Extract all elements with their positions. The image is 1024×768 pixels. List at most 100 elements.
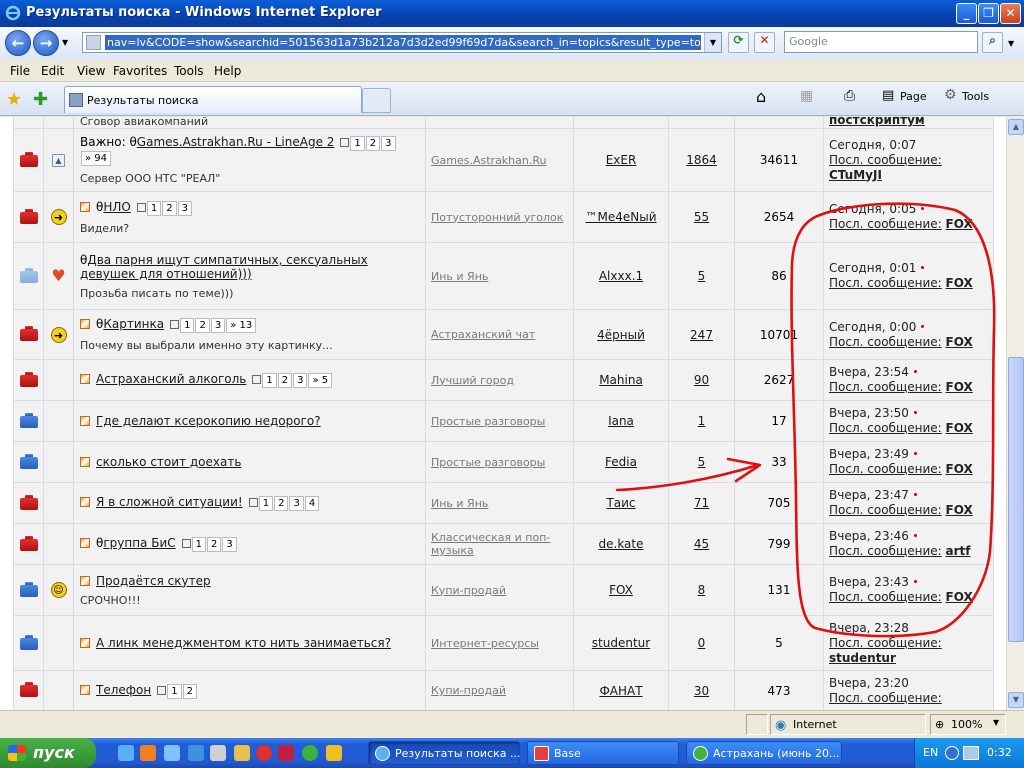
new-posts-icon[interactable] — [80, 201, 90, 212]
page-link[interactable]: 3 — [177, 200, 192, 216]
topic-title-link[interactable]: НЛО — [103, 200, 131, 214]
tab-search-results[interactable]: Результаты поиска — [64, 86, 362, 113]
page-link[interactable]: » 94 — [81, 151, 112, 166]
quicklaunch-folder-icon[interactable] — [234, 745, 250, 761]
page-link[interactable]: 1 — [146, 200, 162, 216]
last-post-author[interactable]: FOX — [946, 276, 973, 290]
topic-title-link[interactable]: Картинка — [103, 317, 164, 331]
page-link[interactable]: 1 — [262, 373, 277, 388]
task-astrakhan[interactable]: Астрахань (июнь 20... — [686, 741, 842, 765]
forum-link[interactable]: Простые разговоры — [431, 415, 545, 428]
page-link[interactable]: 2 — [365, 136, 381, 151]
page-link[interactable]: 1 — [258, 496, 274, 511]
page-link[interactable]: 1 — [191, 537, 207, 552]
new-tab-button[interactable] — [362, 88, 391, 113]
quicklaunch-globe-icon[interactable] — [302, 745, 318, 761]
close-button[interactable]: ✕ — [1000, 3, 1021, 24]
last-post-author[interactable]: FOX — [946, 217, 973, 231]
forum-link[interactable]: Астраханский чат — [431, 328, 535, 341]
author-link[interactable]: ExER — [606, 153, 637, 167]
last-post-label[interactable]: Посл. сообщение: — [829, 421, 942, 435]
forum-link[interactable]: Купи-продай — [431, 584, 506, 597]
new-posts-icon[interactable] — [80, 638, 90, 648]
forum-link[interactable]: Классическая и поп-музыка — [431, 531, 550, 557]
topic-title-link[interactable]: группа БиС — [103, 536, 175, 550]
last-post-label[interactable]: Посл. сообщение: — [829, 217, 942, 231]
menu-help[interactable]: Help — [214, 64, 241, 78]
page-link[interactable]: 3 — [293, 373, 308, 388]
topic-title-link[interactable]: А линк менеджментом кто нить занимаеться… — [96, 636, 391, 650]
topic-title-link[interactable]: Два парня ищут симпатичных, сексуальных … — [80, 253, 368, 281]
forward-button[interactable]: → — [33, 30, 59, 56]
replies-link[interactable]: 0 — [698, 636, 706, 650]
author-link[interactable]: FOX — [609, 583, 633, 597]
address-dropdown-icon[interactable]: ▼ — [704, 33, 721, 52]
replies-link[interactable]: 5 — [698, 455, 706, 469]
last-post-author[interactable]: FOX — [946, 503, 973, 517]
page-link[interactable]: 2 — [182, 683, 197, 699]
vertical-scrollbar[interactable]: ▲ ▼ — [1006, 117, 1024, 710]
forum-link[interactable]: Games.Astrakhan.Ru — [431, 154, 546, 167]
last-post-author[interactable]: studentur — [829, 651, 896, 665]
topic-title-link[interactable]: сколько стоит доехать — [96, 455, 241, 469]
last-post-author[interactable]: FOX — [946, 380, 973, 394]
task-base[interactable]: Base — [527, 741, 679, 765]
menu-file[interactable]: File — [10, 64, 30, 78]
last-post-label[interactable]: Посл. сообщение: — [829, 590, 942, 604]
page-link[interactable]: 2 — [274, 496, 289, 511]
page-link[interactable]: » 13 — [226, 318, 257, 333]
last-post-label[interactable]: Посл. сообщение: — [829, 691, 942, 705]
language-indicator[interactable]: EN — [923, 746, 938, 759]
history-dropdown-icon[interactable]: ▼ — [62, 38, 68, 47]
zoom-control[interactable]: ⊕ 100% ▼ — [930, 714, 1006, 735]
last-post-label[interactable]: Посл. сообщение: — [829, 636, 942, 650]
new-posts-icon[interactable] — [80, 319, 90, 329]
new-posts-icon[interactable] — [80, 538, 90, 548]
page-link[interactable]: 3 — [210, 318, 226, 333]
topic-title-link[interactable]: Продаётся скутер — [96, 574, 211, 588]
author-link[interactable]: studentur — [592, 636, 650, 650]
last-post-label[interactable]: Посл. сообщение: — [829, 544, 942, 558]
page-link[interactable]: 1 — [180, 318, 195, 333]
quicklaunch-ie-icon[interactable] — [118, 745, 134, 761]
author-link[interactable]: ™Me4eNый — [585, 210, 656, 224]
start-button[interactable]: пуск — [0, 738, 96, 768]
quicklaunch-app-icon[interactable] — [188, 745, 204, 761]
page-link[interactable]: 3 — [289, 496, 304, 511]
refresh-button[interactable]: ⟳ — [728, 32, 749, 53]
scrollbar-thumb[interactable] — [1008, 357, 1024, 642]
forum-link[interactable]: Простые разговоры — [431, 456, 545, 469]
author-link[interactable]: ФАНАТ — [599, 684, 642, 698]
new-posts-icon[interactable] — [80, 416, 90, 426]
forum-link[interactable]: Купи-продай — [431, 684, 506, 697]
add-favorite-icon[interactable]: ✚ — [33, 89, 48, 110]
topic-title-link[interactable]: Телефон — [96, 683, 151, 697]
feeds-icon[interactable]: ▦ — [800, 88, 813, 104]
replies-link[interactable]: 247 — [690, 328, 713, 342]
forum-link[interactable]: Инь и Янь — [431, 270, 488, 283]
menu-edit[interactable]: Edit — [41, 64, 64, 78]
page-link[interactable]: 2 — [207, 537, 222, 552]
forum-link[interactable]: Потусторонний уголок — [431, 211, 563, 224]
last-post-label[interactable]: Посл. сообщение: — [829, 335, 942, 349]
last-post-author[interactable]: FOX — [946, 590, 973, 604]
author-link[interactable]: Iana — [608, 414, 634, 428]
tools-menu-button[interactable]: Tools — [962, 90, 989, 103]
new-posts-icon[interactable] — [80, 457, 90, 467]
page-link[interactable]: 1 — [167, 683, 182, 699]
menu-favorites[interactable]: Favorites — [113, 64, 167, 78]
restore-button[interactable]: ❐ — [978, 3, 999, 24]
forum-link[interactable]: Инь и Янь — [431, 497, 488, 510]
task-search-results[interactable]: Результаты поиска ... — [368, 741, 521, 765]
replies-link[interactable]: 1 — [698, 414, 706, 428]
page-link[interactable]: » 5 — [308, 373, 333, 388]
replies-link[interactable]: 5 — [698, 269, 706, 283]
scroll-up-icon[interactable]: ▲ — [1008, 119, 1024, 135]
search-icon[interactable]: ⌕ — [982, 32, 1003, 53]
topic-title-link[interactable]: Астраханский алкоголь — [96, 372, 246, 386]
forum-link[interactable]: Интернет-ресурсы — [431, 637, 539, 650]
last-post-label[interactable]: Посл. сообщение: — [829, 380, 942, 394]
address-url[interactable]: nav=lv&CODE=show&searchid=501563d1a73b21… — [105, 35, 701, 50]
new-posts-icon[interactable] — [80, 575, 90, 586]
search-input[interactable]: Google — [784, 31, 978, 53]
